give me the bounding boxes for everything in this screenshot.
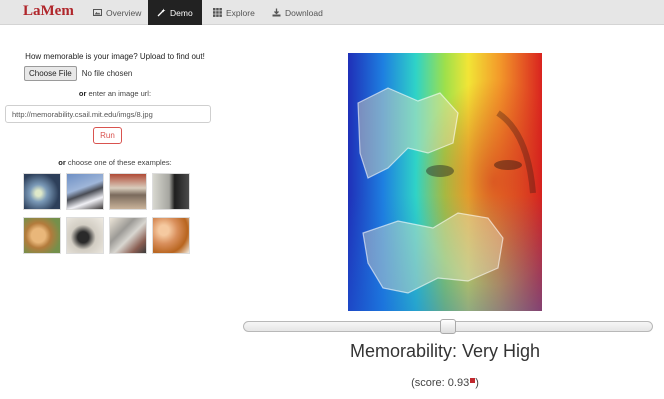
example-thumbnail[interactable]: [23, 217, 61, 254]
nav-explore[interactable]: Explore: [206, 0, 262, 25]
nav-download[interactable]: Download: [264, 0, 334, 25]
upload-prompt: How memorable is your image? Upload to f…: [25, 52, 205, 61]
example-thumbnail[interactable]: [109, 217, 147, 254]
nav-explore-label: Explore: [226, 7, 255, 18]
no-file-label: No file chosen: [81, 69, 133, 78]
slider-handle[interactable]: [440, 319, 456, 334]
nav-demo-label: Demo: [170, 7, 193, 18]
memorability-title: Memorability: Very High: [349, 341, 541, 361]
example-thumbnail[interactable]: [23, 173, 61, 210]
download-icon: [272, 8, 281, 17]
nav-demo[interactable]: Demo: [148, 0, 202, 25]
nav-overview-label: Overview: [106, 7, 142, 18]
navbar: LaMem Overview Demo Explore Download: [0, 0, 664, 25]
score-slider[interactable]: [243, 319, 653, 334]
examples-hint: or choose one of these examples:: [0, 158, 230, 167]
image-url-input[interactable]: [5, 105, 211, 123]
or-word-2: or: [58, 158, 66, 167]
image-icon: [93, 8, 102, 17]
choose-file-button[interactable]: Choose File: [24, 66, 77, 81]
examples-hint-text: choose one of these examples:: [67, 158, 172, 167]
nav-overview[interactable]: Overview: [86, 0, 146, 25]
score-value: 0.93: [447, 377, 470, 389]
example-thumbnail[interactable]: [66, 173, 104, 210]
brand-logo[interactable]: LaMem: [23, 3, 74, 20]
example-thumbnail[interactable]: [152, 173, 190, 210]
example-thumbnail[interactable]: [66, 217, 104, 254]
file-picker: Choose File No file chosen: [24, 66, 132, 81]
url-hint: or enter an image url:: [0, 89, 230, 98]
run-button[interactable]: Run: [93, 127, 122, 144]
or-word: or: [78, 89, 87, 98]
score-suffix: ): [475, 377, 479, 389]
wand-icon: [157, 8, 166, 17]
url-hint-text: enter an image url:: [88, 89, 152, 98]
example-thumbnail[interactable]: [109, 173, 147, 210]
example-thumbnail[interactable]: [152, 217, 190, 254]
score-prefix: (score:: [411, 377, 448, 389]
example-thumbnails: [23, 173, 190, 254]
memorability-heatmap: [348, 53, 542, 311]
nav-download-label: Download: [285, 7, 323, 18]
score-line: (score: 0.93): [243, 377, 647, 389]
grid-icon: [213, 8, 222, 17]
